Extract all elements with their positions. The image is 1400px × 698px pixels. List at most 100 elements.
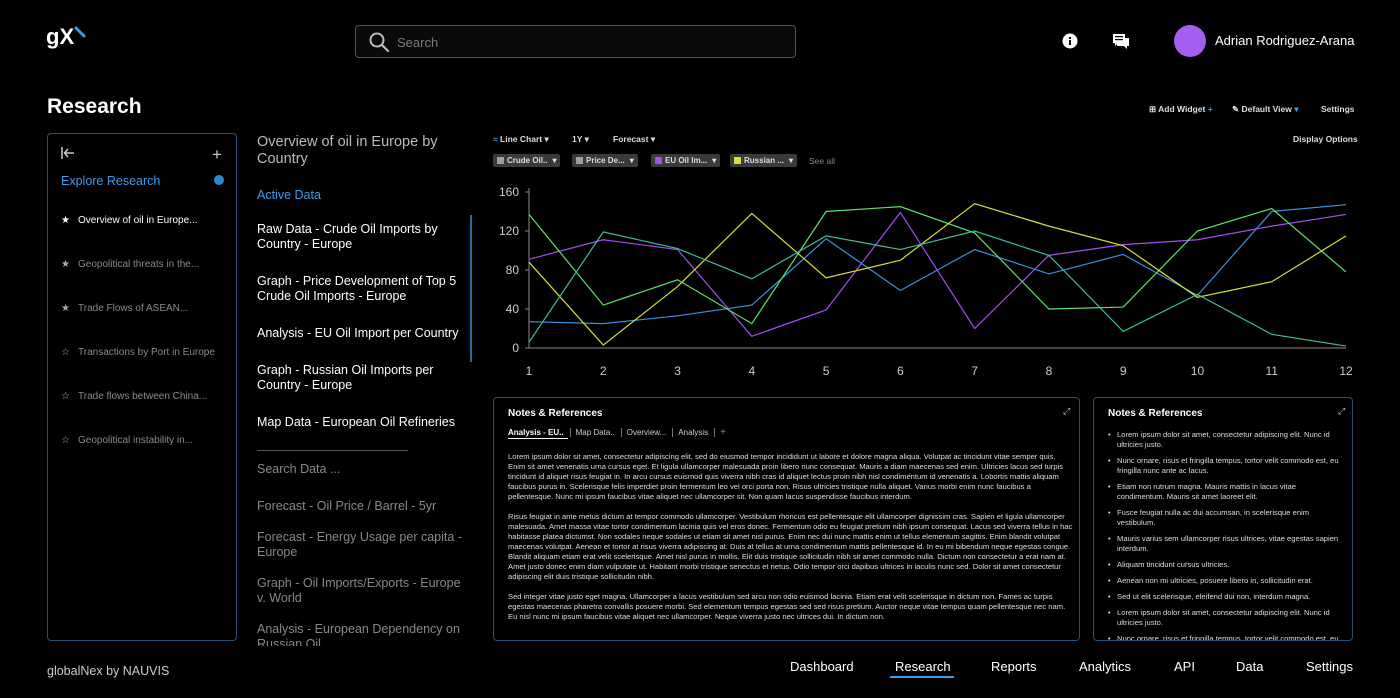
sidebar-item[interactable]: ★ Overview of oil in Europe...: [61, 215, 231, 226]
series-swatch-icon: [734, 157, 741, 164]
nav-research[interactable]: Research: [895, 659, 951, 674]
notes-bullet: Aenean non mi ultricies, posuere libero …: [1108, 576, 1344, 586]
chevron-down-icon: ▾: [629, 156, 634, 165]
sidebar-item-label: Geopolitical instability in...: [78, 435, 194, 446]
star-filled-icon[interactable]: ★: [61, 259, 73, 270]
notes-bullets: Lorem ipsum dolor sit amet, consectetur …: [1108, 430, 1344, 640]
active-nav-underline: [890, 676, 954, 678]
sidebar-item[interactable]: ☆ Geopolitical instability in...: [61, 435, 231, 446]
x-tick-label: 8: [1046, 364, 1053, 378]
notes-bullet: Nunc ornare, risus et fringilla tempus, …: [1108, 456, 1344, 476]
sidebar-item[interactable]: ☆ Trade flows between China...: [61, 391, 231, 402]
user-name[interactable]: Adrian Rodriguez-Arana: [1215, 33, 1354, 48]
notes-tab[interactable]: Analysis - EU..: [508, 428, 571, 437]
line-chart: 040801201601 2 3 4 5 6 7 8 9 10 11 12: [499, 185, 1353, 378]
sidebar-item[interactable]: ★ Trade Flows of ASEAN...: [61, 303, 231, 314]
nav-data[interactable]: Data: [1236, 659, 1263, 674]
series-pill[interactable]: EU Oil Im... ▾: [651, 154, 721, 167]
suggested-data-item[interactable]: Forecast - Oil Price / Barrel - 5yr: [257, 499, 472, 514]
info-icon[interactable]: [1062, 33, 1078, 49]
chevron-down-icon: ▾: [712, 156, 717, 165]
suggested-data-item[interactable]: Graph - Oil Imports/Exports - Europe v. …: [257, 576, 472, 606]
plus-icon: +: [1207, 104, 1213, 114]
notes-tab[interactable]: Overview...: [627, 428, 674, 437]
default-view-label: Default View: [1241, 104, 1292, 114]
card-title: Notes & References: [508, 408, 603, 419]
collapse-sidebar-icon[interactable]: [60, 146, 76, 165]
pill-label: EU Oil Im...: [665, 156, 708, 165]
series-line-4[interactable]: [528, 203, 1347, 346]
series-pill[interactable]: Crude Oil.. ▾: [493, 154, 561, 167]
x-tick-label: 3: [674, 364, 681, 378]
star-filled-icon[interactable]: ★: [61, 215, 73, 226]
expand-icon[interactable]: ⤢: [1338, 406, 1345, 417]
x-tick-label: 10: [1191, 364, 1205, 378]
expand-icon[interactable]: ⤢: [1063, 406, 1070, 417]
sidebar-item-label: Transactions by Port in Europe: [78, 347, 215, 358]
sidebar-item-label: Geopolitical threats in the...: [78, 259, 200, 270]
y-tick-label: 0: [512, 341, 519, 355]
x-tick-label: 4: [748, 364, 755, 378]
x-tick-label: 11: [1265, 364, 1278, 378]
pill-label: Crude Oil..: [507, 156, 548, 165]
star-outline-icon[interactable]: ☆: [61, 391, 73, 402]
chevron-down-icon: ▾: [650, 134, 656, 144]
series-pill[interactable]: Price De... ▾: [572, 154, 638, 167]
series-line-2[interactable]: [528, 211, 1347, 338]
nav-analytics[interactable]: Analytics: [1079, 659, 1131, 674]
notes-bullet: Lorem ipsum dolor sit amet, consectetur …: [1108, 608, 1344, 628]
add-research-icon[interactable]: +: [212, 145, 222, 165]
series-swatch-icon: [576, 157, 583, 164]
notes-bullet: Nunc ornare, risus et fringilla tempus, …: [1108, 634, 1344, 640]
sidebar-item-label: Overview of oil in Europe...: [78, 215, 198, 226]
app-logo[interactable]: gX: [46, 24, 92, 52]
notes-bullet: Sed ut elit scelerisque, eleifend dui no…: [1108, 592, 1344, 602]
chevron-down-icon: ▾: [584, 134, 589, 144]
explore-research-link[interactable]: Explore Research: [61, 174, 160, 188]
nav-settings[interactable]: Settings: [1306, 659, 1353, 674]
chevron-down-icon: ▾: [1294, 104, 1299, 114]
star-outline-icon[interactable]: ☆: [61, 347, 73, 358]
nav-api[interactable]: API: [1174, 659, 1195, 674]
sidebar-item[interactable]: ☆ Transactions by Port in Europe: [61, 347, 231, 358]
avatar[interactable]: [1174, 25, 1206, 57]
notes-text: Lorem ipsum dolor sit amet, consectetur …: [508, 452, 1074, 632]
notes-tab[interactable]: Map Data..: [576, 428, 622, 437]
notes-tab[interactable]: Analysis: [678, 428, 716, 437]
display-options-button[interactable]: Display Options: [1293, 134, 1358, 144]
suggested-data-item[interactable]: Analysis - European Dependency on Russia…: [257, 622, 472, 646]
sidebar-item[interactable]: ★ Geopolitical threats in the...: [61, 259, 231, 270]
pill-label: Russian ...: [744, 156, 785, 165]
see-all-link[interactable]: See all: [809, 156, 835, 166]
x-tick-label: 2: [600, 364, 607, 378]
series-line-1[interactable]: [528, 204, 1347, 325]
pencil-icon: ✎: [1232, 104, 1240, 114]
add-widget-button[interactable]: ⊞ Add Widget +: [1149, 104, 1213, 115]
chevron-down-icon: ▾: [544, 134, 549, 144]
x-tick-label: 5: [823, 364, 830, 378]
notes-bullet: Etiam non rutrum magna. Mauris mattis in…: [1108, 482, 1344, 502]
pill-label: Price De...: [586, 156, 625, 165]
chart-type-dropdown[interactable]: ≈ Line Chart ▾: [493, 134, 549, 145]
star-outline-icon[interactable]: ☆: [61, 435, 73, 446]
chart-type-label: Line Chart: [500, 134, 543, 144]
star-filled-icon[interactable]: ★: [61, 303, 73, 314]
notes-bullet: Aliquam tincidunt cursus ultricies.: [1108, 560, 1344, 570]
y-tick-label: 120: [499, 224, 519, 238]
range-dropdown[interactable]: 1Y ▾: [572, 134, 589, 145]
default-view-dropdown[interactable]: ✎ Default View ▾: [1232, 104, 1299, 115]
series-pill[interactable]: Russian ... ▾: [730, 154, 798, 167]
y-tick-label: 40: [506, 302, 520, 316]
logo-text: gX: [46, 24, 74, 49]
notes-paragraph: Lorem ipsum dolor sit amet, consectetur …: [508, 452, 1064, 501]
nav-dashboard[interactable]: Dashboard: [790, 659, 854, 674]
chat-icon[interactable]: [1112, 32, 1130, 50]
add-tab-button[interactable]: +: [720, 427, 732, 438]
sidebar-item-label: Trade Flows of ASEAN...: [78, 303, 189, 314]
settings-link[interactable]: Settings: [1321, 104, 1355, 114]
forecast-dropdown[interactable]: Forecast ▾: [613, 134, 655, 145]
suggested-data-item[interactable]: Forecast - Energy Usage per capita - Eur…: [257, 530, 472, 560]
add-widget-label: Add Widget: [1158, 104, 1206, 114]
notes-tabs: Analysis - EU.. Map Data.. Overview... Anal…: [508, 427, 737, 438]
nav-reports[interactable]: Reports: [991, 659, 1037, 674]
